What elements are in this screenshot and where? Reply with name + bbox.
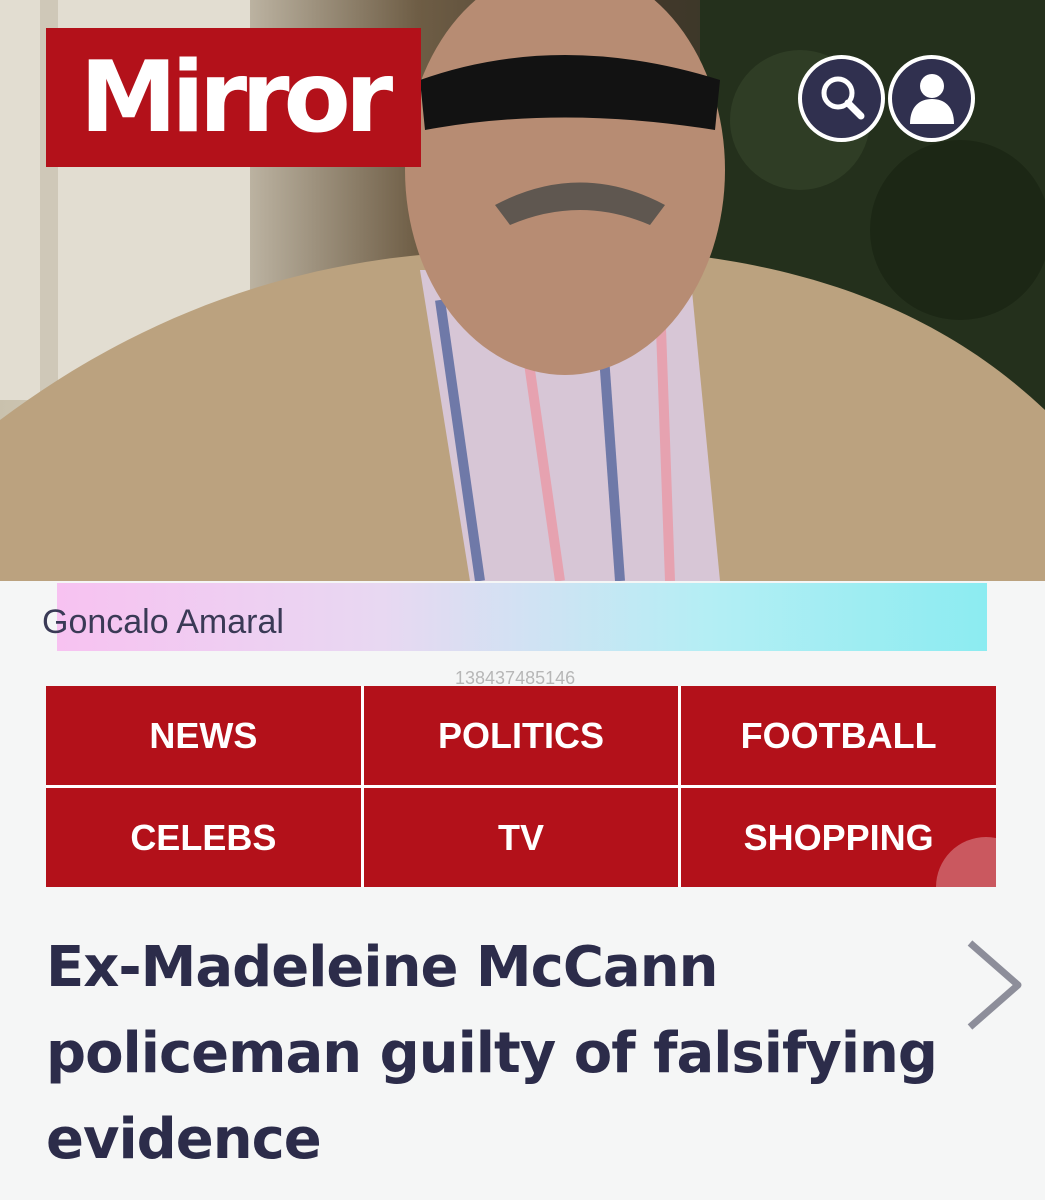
chevron-right-icon — [960, 940, 1030, 1039]
section-nav: NEWS POLITICS FOOTBALL CELEBS TV SHOPPIN… — [46, 686, 996, 887]
nav-politics[interactable]: POLITICS — [363, 686, 679, 785]
image-caption: Goncalo Amaral — [42, 603, 284, 641]
article-headline[interactable]: Ex-Madeleine McCann policeman guilty of … — [46, 925, 1006, 1183]
account-icon — [905, 68, 959, 130]
nav-tv[interactable]: TV — [363, 788, 679, 887]
account-button[interactable] — [888, 55, 975, 142]
mirror-logo[interactable]: Mirror — [46, 28, 421, 167]
search-icon — [815, 70, 869, 128]
search-button[interactable] — [798, 55, 885, 142]
hero-image: Mirror — [0, 0, 1045, 581]
nav-celebs[interactable]: CELEBS — [46, 788, 361, 887]
next-article-button[interactable] — [960, 935, 1030, 1035]
nav-football[interactable]: FOOTBALL — [681, 686, 996, 785]
nav-news[interactable]: NEWS — [46, 686, 361, 785]
